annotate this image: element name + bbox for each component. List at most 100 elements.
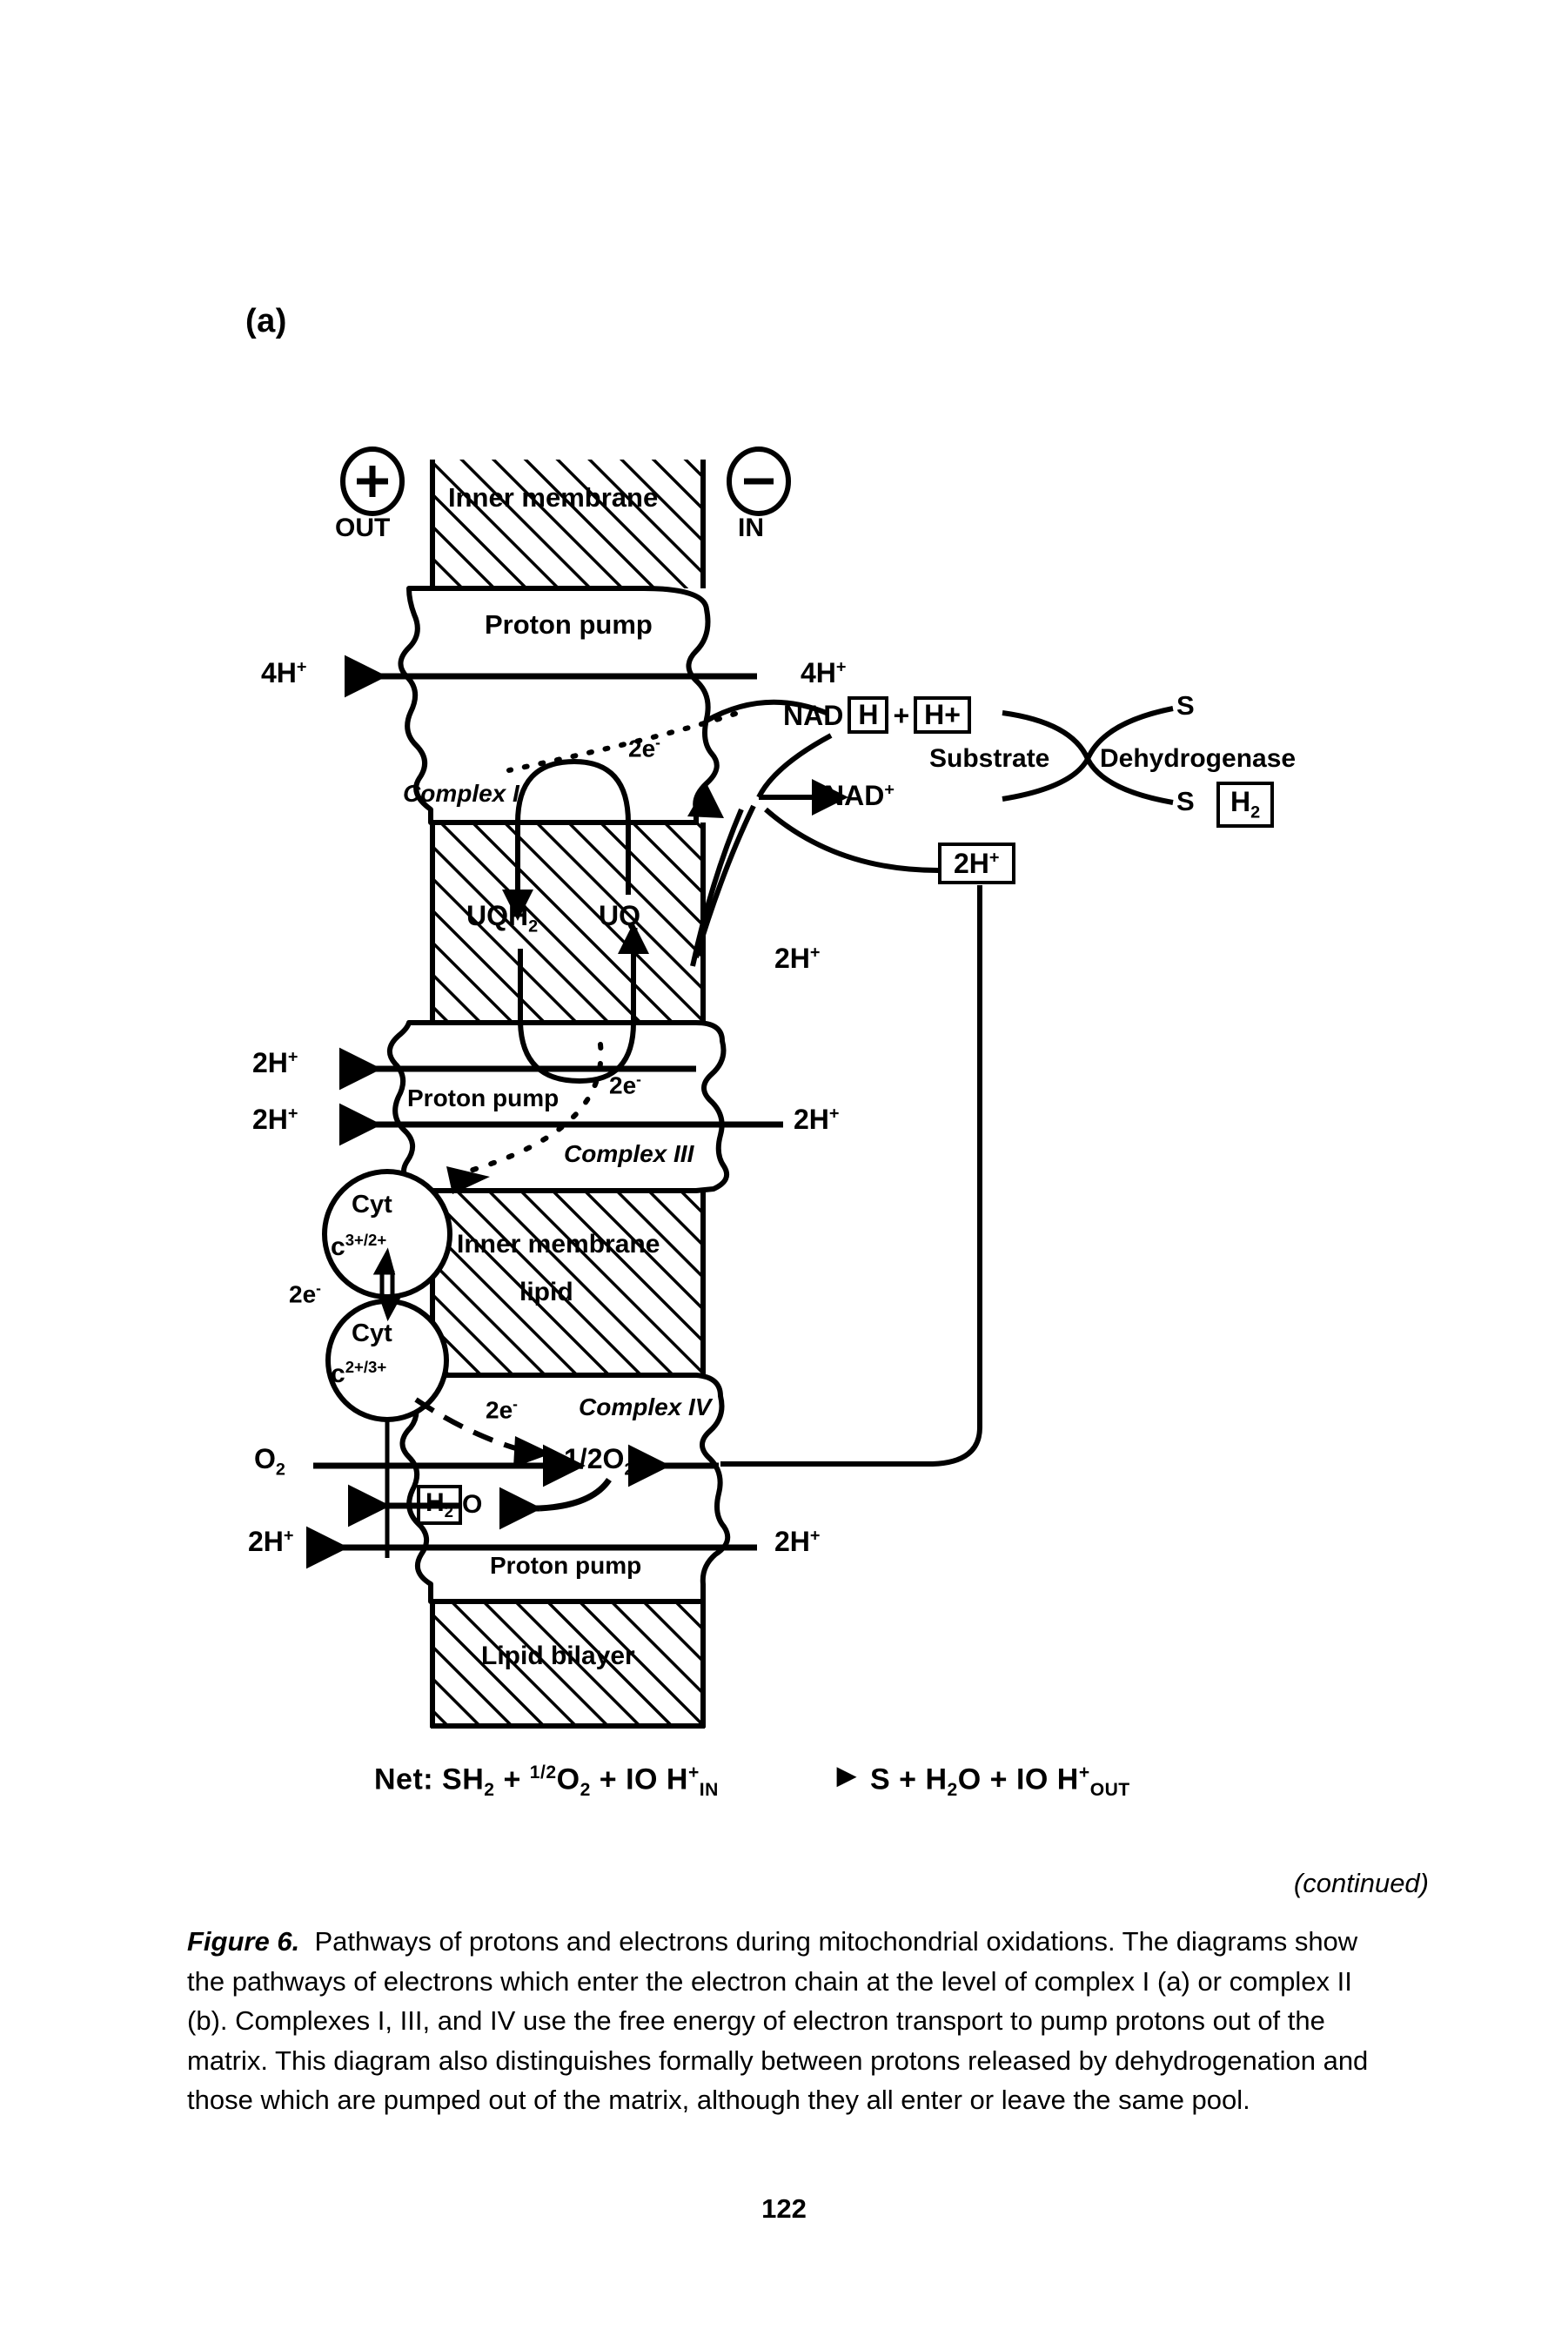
half-o2-sub: 2: [624, 1460, 634, 1480]
net-o-sub: 2: [580, 1780, 591, 1801]
proton-pump-label-1: Proton pump: [485, 609, 653, 640]
substrate-label: Substrate: [929, 744, 1050, 773]
proton-h-plus-box: H+: [914, 696, 971, 735]
h2-box: H2: [1216, 782, 1275, 829]
in-label: IN: [738, 514, 764, 542]
nad-prefix: NAD: [783, 699, 844, 731]
rhs-o: O: [957, 1762, 982, 1796]
uqh2-text: UQH: [466, 900, 529, 931]
cyt-upper-charges: 3+/2+: [345, 1231, 387, 1249]
p4-in-charge: +: [809, 1526, 821, 1546]
rhs-out-sup: +: [1078, 1762, 1090, 1783]
electron-label-1: 2e-: [628, 735, 660, 761]
rhs-h: H: [925, 1762, 948, 1796]
p4-in-text: 2H: [774, 1526, 810, 1557]
proton-4h-out: 4H+: [261, 657, 307, 688]
rhs-out-sub: OUT: [1089, 1780, 1130, 1801]
dehydro-proton-charge: +: [988, 848, 1000, 868]
proton-4h-in-charge: +: [835, 657, 847, 677]
cyt-lower-line1: Cyt: [352, 1319, 392, 1347]
free-proton-text: 2H: [774, 943, 810, 974]
dehydrogenation-proton-lines: [690, 804, 982, 1467]
p4-out-charge: +: [283, 1526, 294, 1546]
inner-membrane-lipid-label-line2: lipid: [519, 1278, 573, 1306]
uqh2-sub: 2: [528, 916, 539, 937]
complex-III-label: Complex III: [564, 1140, 694, 1167]
p4-out-text: 2H: [248, 1526, 284, 1557]
water-label: H2 O: [417, 1485, 482, 1525]
o2-label: O2: [254, 1445, 285, 1479]
complex-I-label: Complex I: [403, 780, 519, 807]
dehydro-proton-text: 2H: [954, 848, 989, 879]
water-h-sub: 2: [444, 1502, 454, 1521]
rhs-plus-1: +: [899, 1762, 917, 1796]
electron-label-4: 2e-: [486, 1395, 518, 1424]
electron-2-text: 2e: [609, 1071, 637, 1099]
electron-3-minus: -: [316, 1279, 321, 1297]
electron-1-minus: -: [655, 734, 660, 751]
substrate-s-top: S: [1176, 690, 1195, 721]
cyt-lower-charges: 2+/3+: [345, 1358, 387, 1376]
nadh-h-box: H: [848, 696, 889, 735]
p3-out-top-charge: +: [287, 1047, 298, 1067]
electron-1-text: 2e: [628, 735, 656, 762]
lipid-bilayer-label: Lipid bilayer: [481, 1642, 635, 1670]
rhs-io: IO H: [1015, 1762, 1079, 1796]
inner-membrane-top-label: Inner membrane: [448, 482, 659, 513]
proton-4h-in: 4H+: [801, 657, 847, 688]
water-h: H: [426, 1488, 445, 1517]
electron-4-text: 2e: [486, 1396, 513, 1424]
water-h2-box: H2: [417, 1485, 463, 1525]
proton-2h-out-bottom: 2H+: [252, 1104, 298, 1135]
proton-pump-label-3: Proton pump: [490, 1552, 642, 1579]
figure-number: Figure 6.: [187, 1926, 300, 1957]
net-equation-arrow: ▶: [837, 1762, 856, 1789]
electron-2-minus: -: [636, 1071, 641, 1088]
in-polarity-circle: [727, 446, 791, 516]
complex-IV-label: Complex IV: [579, 1393, 712, 1420]
inner-membrane-lipid-label-line1: Inner membrane: [457, 1230, 660, 1259]
page: (a) OUT IN Inner membrane Inner membrane…: [0, 0, 1568, 2350]
p3-out-bot-text: 2H: [252, 1104, 288, 1135]
free-proton-charge: +: [809, 943, 821, 963]
h2-box-h: H: [1230, 786, 1251, 817]
net-in-sup: +: [687, 1762, 700, 1783]
nad-ox-charge: +: [884, 780, 895, 800]
proton-2h-in-complexIV: 2H+: [774, 1526, 821, 1557]
net-sh-sub: 2: [484, 1780, 495, 1801]
uq-label: UQ: [599, 900, 640, 931]
nad-plus-sign: +: [893, 699, 910, 731]
proton-4h-out-text: 4H: [261, 657, 297, 688]
h2-box-sub: 2: [1250, 802, 1261, 822]
electron-label-2: 2e-: [609, 1071, 641, 1099]
figure-caption-text: Pathways of protons and electrons during…: [187, 1926, 1369, 2116]
proton-pump-label-2: Proton pump: [407, 1084, 560, 1111]
net-plus-1: +: [503, 1762, 521, 1796]
cyt-lower-c: c: [331, 1360, 345, 1388]
electron-label-3: 2e-: [289, 1279, 321, 1308]
page-number: 122: [761, 2193, 807, 2224]
half-o2-label: 1/2O2: [564, 1445, 633, 1479]
p3-in-text: 2H: [794, 1104, 829, 1135]
electron-3-text: 2e: [289, 1280, 317, 1308]
o2-text: O: [254, 1443, 276, 1474]
p3-out-bot-charge: +: [287, 1104, 298, 1124]
nad-oxidized: NAD+: [824, 780, 895, 811]
nadh-expression: NAD H + H+: [783, 696, 971, 735]
net-o: O: [556, 1762, 580, 1796]
out-polarity-circle: [340, 446, 405, 516]
p3-in-charge: +: [828, 1104, 840, 1124]
net-in-sub: IN: [699, 1780, 719, 1801]
rhs-s: S: [870, 1762, 891, 1796]
net-plus-2: +: [599, 1762, 618, 1796]
rhs-plus-2: +: [989, 1762, 1008, 1796]
net-half: 1/2: [529, 1762, 557, 1783]
uqh2-label: UQH2: [466, 902, 538, 936]
electron-4-minus: -: [513, 1395, 518, 1413]
membrane-slab-top: [430, 460, 706, 588]
cyt-lower-state: c2+/3+: [331, 1358, 387, 1388]
nad-ox-text: NAD: [824, 780, 885, 811]
p3-out-top-text: 2H: [252, 1047, 288, 1078]
o2-sub: 2: [275, 1460, 285, 1480]
proton-4h-in-text: 4H: [801, 657, 836, 688]
